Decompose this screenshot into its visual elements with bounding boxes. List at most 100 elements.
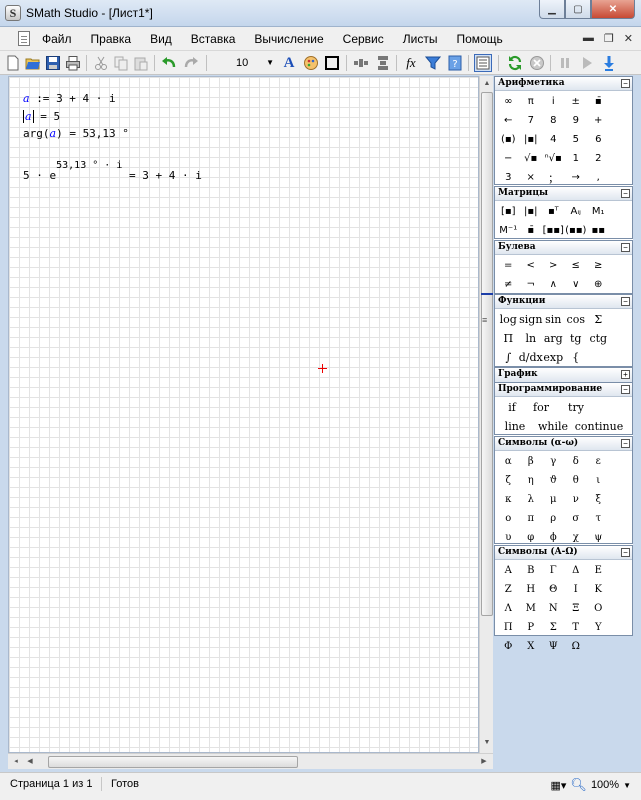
palette-button[interactable]: exp	[542, 348, 565, 367]
palette-button[interactable]: ¬	[520, 275, 543, 294]
palette-button[interactable]: Η	[520, 580, 543, 599]
zoom-dropdown-icon[interactable]: ▼	[623, 781, 631, 790]
vertical-scrollbar[interactable]: ▲ ▼	[479, 76, 493, 753]
expand-icon[interactable]: +	[621, 370, 630, 379]
collapse-icon[interactable]: −	[621, 385, 630, 394]
palette-button[interactable]: d/dx	[519, 348, 543, 367]
palette-button[interactable]: ≥	[587, 256, 610, 275]
horizontal-scroll-thumb[interactable]	[48, 756, 298, 768]
palette-button[interactable]: π	[520, 509, 543, 528]
menu-item[interactable]: Файл	[42, 32, 72, 46]
palette-button[interactable]: while	[533, 417, 573, 436]
palette-button[interactable]: ,	[587, 168, 610, 187]
expr-definition[interactable]: a := 3 + 4 · i	[23, 92, 116, 105]
palette-button[interactable]: Φ	[497, 637, 520, 656]
scroll-up-icon[interactable]: ▲	[481, 77, 493, 91]
expr-abs[interactable]: a = 5	[23, 110, 60, 123]
palette-button[interactable]: =	[497, 256, 520, 275]
palette-button[interactable]: 4	[542, 130, 565, 149]
font-size-select[interactable]: 10 ▼	[234, 54, 276, 72]
palette-button[interactable]: η	[520, 471, 543, 490]
palette-button[interactable]: Ε	[587, 561, 610, 580]
palette-icon[interactable]	[302, 54, 320, 72]
palette-button[interactable]: ν	[565, 490, 588, 509]
maximize-button[interactable]: ▢	[565, 0, 591, 19]
scroll-left-end-icon[interactable]: ◂	[10, 755, 22, 769]
collapse-icon[interactable]: −	[621, 243, 630, 252]
palette-button[interactable]: ο	[497, 509, 520, 528]
palette-button[interactable]: cos	[565, 310, 588, 329]
palette-button[interactable]: Ρ	[520, 618, 543, 637]
palette-button[interactable]: 9	[565, 111, 588, 130]
palette-button[interactable]: Υ	[587, 618, 610, 637]
palette-button[interactable]: ▪ᵀ	[542, 202, 565, 221]
vertical-scroll-thumb[interactable]	[481, 92, 493, 616]
mdi-close-icon[interactable]: ✕	[624, 32, 633, 45]
view-mode-icon[interactable]: ▦▾	[551, 779, 567, 792]
palette-button[interactable]: 1	[565, 149, 588, 168]
palette-button[interactable]: ln	[520, 329, 543, 348]
panel-toggle-icon[interactable]	[474, 54, 492, 72]
palette-button[interactable]: M⁻¹	[497, 221, 520, 240]
palette-button[interactable]: Π	[497, 329, 520, 348]
menu-item[interactable]: Сервис	[343, 32, 384, 46]
save-icon[interactable]	[44, 54, 62, 72]
text-color-icon[interactable]: A	[280, 54, 298, 72]
mdi-restore-icon[interactable]: ❐	[604, 32, 614, 45]
panel-splitter[interactable]	[481, 293, 493, 295]
menu-item[interactable]: Вид	[150, 32, 172, 46]
zoom-icon[interactable]: 🔍︎	[570, 777, 587, 793]
palette-button[interactable]: Π	[497, 618, 520, 637]
palette-button[interactable]: tg	[565, 329, 588, 348]
palette-button[interactable]: Λ	[497, 599, 520, 618]
palette-button[interactable]: Aᵢⱼ	[565, 202, 588, 221]
palette-button[interactable]: Α	[497, 561, 520, 580]
scroll-down-icon[interactable]: ▼	[481, 736, 493, 750]
undo-icon[interactable]	[160, 54, 178, 72]
palette-button[interactable]: if	[497, 398, 527, 417]
minimize-button[interactable]: ▁	[539, 0, 565, 19]
palette-button[interactable]: ▪̄	[587, 92, 610, 111]
palette-button[interactable]: Κ	[587, 580, 610, 599]
palette-button[interactable]: ≤	[565, 256, 588, 275]
scroll-right-icon[interactable]: ▶	[478, 755, 490, 769]
expr-arg[interactable]: arg(a) = 53,13 °	[23, 127, 129, 140]
collapse-icon[interactable]: −	[621, 439, 630, 448]
paste-icon[interactable]	[132, 54, 150, 72]
palette-button[interactable]: Σ	[542, 618, 565, 637]
palette-button[interactable]: α	[497, 452, 520, 471]
palette-button[interactable]: ≠	[497, 275, 520, 294]
pause-icon[interactable]	[556, 54, 574, 72]
copy-icon[interactable]	[112, 54, 130, 72]
palette-button[interactable]: Χ	[520, 637, 543, 656]
expr-exponential[interactable]: 5 · e53,13 ° · i = 3 + 4 · i	[23, 160, 202, 182]
palette-button[interactable]: [▪▪]	[542, 221, 565, 240]
palette-button[interactable]: [▪]	[497, 202, 520, 221]
cut-icon[interactable]	[92, 54, 110, 72]
palette-button[interactable]: β	[520, 452, 543, 471]
open-folder-icon[interactable]	[24, 54, 42, 72]
palette-button[interactable]: for	[527, 398, 555, 417]
close-button[interactable]: ✕	[591, 0, 635, 19]
palette-button[interactable]: δ	[565, 452, 588, 471]
collapse-icon[interactable]: −	[621, 297, 630, 306]
palette-button[interactable]: Ψ	[542, 637, 565, 656]
palette-button[interactable]: sin	[542, 310, 565, 329]
new-document-icon[interactable]	[4, 54, 22, 72]
palette-button[interactable]: σ	[565, 509, 588, 528]
collapse-icon[interactable]: −	[621, 79, 630, 88]
document-icon[interactable]	[18, 31, 30, 46]
palette-button[interactable]: ；	[542, 168, 565, 187]
palette-button[interactable]: ⁿ√▪	[542, 149, 565, 168]
palette-button[interactable]: ∨	[565, 275, 588, 294]
palette-button[interactable]: 5	[565, 130, 588, 149]
palette-button[interactable]: Σ	[587, 310, 610, 329]
stop-icon[interactable]	[528, 54, 546, 72]
palette-button[interactable]: ±	[565, 92, 588, 111]
palette-button[interactable]: <	[520, 256, 543, 275]
palette-button[interactable]: ∧	[542, 275, 565, 294]
palette-button[interactable]: Ζ	[497, 580, 520, 599]
menu-item[interactable]: Листы	[403, 32, 438, 46]
align-icon[interactable]	[352, 54, 370, 72]
palette-button[interactable]: Τ	[565, 618, 588, 637]
